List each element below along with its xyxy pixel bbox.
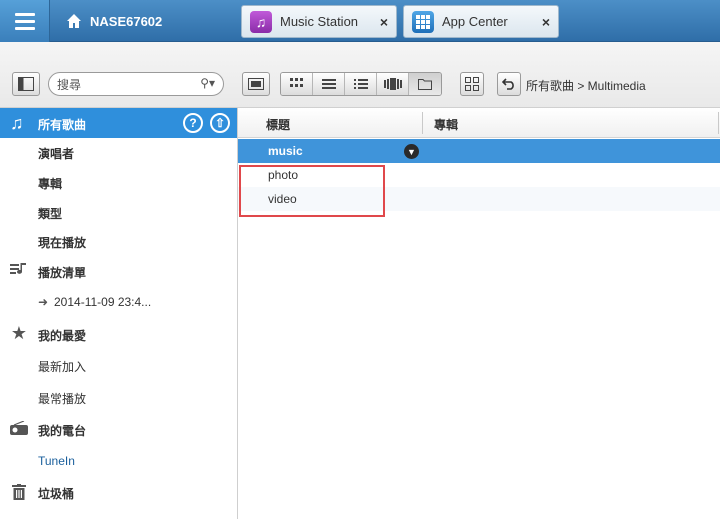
upload-icon[interactable]: ⇧ [210,113,230,133]
music-note-icon: ♫ [250,10,272,33]
list-view-button[interactable] [313,73,345,95]
share-icon: ➜ [38,295,49,309]
star-icon: ★ [10,322,28,343]
back-button[interactable] [497,72,521,96]
filmstrip-view-button[interactable] [242,72,270,96]
sidebar-item-tunein[interactable]: TuneIn [38,454,75,468]
music-note-icon: ♫ [10,113,24,133]
view-mode-group [280,72,442,96]
grid-icon [412,10,434,33]
sidebar-header-label: 所有歌曲 [38,118,87,132]
tab-label: App Center [442,14,508,29]
sidebar-icon [18,77,34,91]
search-placeholder: 搜尋 [57,77,82,92]
coverflow-view-button[interactable] [377,73,409,95]
sidebar-item-my-radio[interactable]: 我的電台 [38,422,86,439]
help-icon[interactable]: ? [183,113,203,133]
toolbar: 搜尋 ⚲▾ 所有歌曲 > Multimedia [0,42,720,108]
list-item[interactable]: music ▼ [238,139,720,163]
sidebar-item-albums[interactable]: 專輯 [38,175,62,192]
back-arrow-icon [502,78,514,90]
thumbnail-view-button[interactable] [281,73,313,95]
search-input[interactable]: 搜尋 ⚲▾ [48,72,224,96]
sidebar-item-artists[interactable]: 演唱者 [38,145,74,162]
detail-list-icon [353,79,368,89]
sidebar-item-most-played[interactable]: 最常播放 [38,390,86,407]
nas-name: NASE67602 [90,13,163,29]
dropdown-icon[interactable]: ▼ [404,144,419,159]
radio-icon [10,419,28,437]
sidebar-item-recently-added[interactable]: 最新加入 [38,358,86,375]
search-icon[interactable]: ⚲▾ [200,76,215,90]
file-list-panel: 標題 專輯 music ▼ photo video [238,108,720,519]
tab-music-station[interactable]: ♫ Music Station × [241,5,397,38]
sidebar-item-genres[interactable]: 類型 [38,205,62,222]
sidebar: ♫ 所有歌曲 ? ⇧ 演唱者 專輯 類型 現在播放 播放清單 ➜ 2014-11… [0,108,238,519]
list-icon [321,79,336,89]
sidebar-item-playlist-entry[interactable]: 2014-11-09 23:4... [54,295,151,309]
sidebar-item-playlists[interactable]: 播放清單 [38,264,86,281]
filmstrip-icon [248,78,264,90]
tab-app-center[interactable]: App Center × [403,5,559,38]
folder-view-button[interactable] [409,73,441,95]
coverflow-icon [383,78,402,90]
column-album[interactable]: 專輯 [434,116,458,133]
sidebar-item-all-songs[interactable]: ♫ 所有歌曲 ? ⇧ [0,108,237,138]
close-icon[interactable]: × [380,14,388,30]
column-title[interactable]: 標題 [266,116,290,133]
close-icon[interactable]: × [542,14,550,30]
breadcrumb: 所有歌曲 > Multimedia [526,79,646,93]
trash-icon [10,483,28,501]
folder-name: music [268,144,303,158]
tab-label: Music Station [280,14,359,29]
column-header: 標題 專輯 [238,108,720,138]
sidebar-item-favorites[interactable]: 我的最愛 [38,327,86,344]
folder-icon [418,79,432,90]
thumbnail-icon [289,78,303,87]
nas-home-tab[interactable]: NASE67602 [52,0,238,42]
sidebar-item-trash[interactable]: 垃圾桶 [38,485,74,502]
top-bar: NASE67602 ♫ Music Station × App Center × [0,0,720,42]
playlist-icon [10,261,28,279]
toggle-sidebar-button[interactable] [12,72,40,96]
settings-button[interactable] [460,72,484,96]
home-icon [67,14,81,28]
main-menu-button[interactable] [0,0,50,42]
grid-settings-icon [465,77,479,91]
highlight-box [239,165,385,217]
detail-view-button[interactable] [345,73,377,95]
sidebar-item-now-playing[interactable]: 現在播放 [38,234,86,251]
